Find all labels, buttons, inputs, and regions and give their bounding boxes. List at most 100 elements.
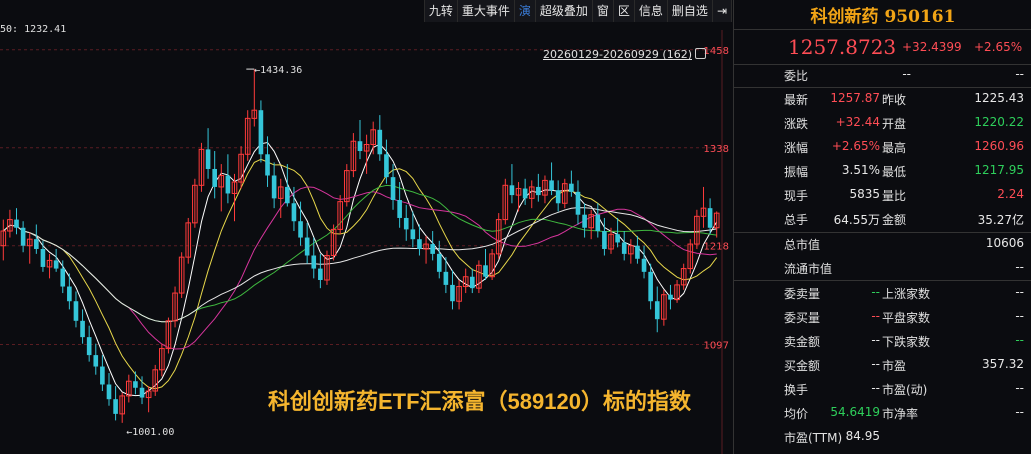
quote-row-3-value-2: 1217.95 xyxy=(974,163,1024,177)
stat-row-5-value-2: -- xyxy=(1015,405,1024,419)
stat-row-3-label-2: 市盈 xyxy=(882,359,907,373)
candle-body xyxy=(654,301,660,320)
ma5-line xyxy=(2,141,718,397)
candle-body xyxy=(133,381,138,388)
stat-row-0-value-1: -- xyxy=(871,285,880,299)
candle-body xyxy=(707,208,713,228)
quote-row-3-label-2: 最低 xyxy=(882,165,907,179)
candle-body xyxy=(483,265,488,277)
stock-title: 科创新药 950161 xyxy=(810,7,956,27)
candle-body xyxy=(648,271,653,302)
price-row: 1257.8723 +32.4399 +2.65% xyxy=(734,33,1031,63)
weibi-value: -- xyxy=(902,67,911,81)
quote-row-4-label-1: 现手 xyxy=(784,189,809,203)
lock-icon[interactable] xyxy=(695,48,706,59)
candle-body xyxy=(14,219,19,228)
candle-body xyxy=(555,190,561,204)
stat-row-3-label-1: 买金额 xyxy=(784,359,821,373)
quote-row-1-value-2: 1220.22 xyxy=(974,115,1024,129)
candle-body xyxy=(139,387,145,398)
stat-row-5-label-1: 均价 xyxy=(784,407,809,421)
candle-body xyxy=(318,268,323,280)
candle-body xyxy=(602,231,607,249)
candle-body xyxy=(384,154,389,178)
toolbar-item-1[interactable]: 重大事件 xyxy=(458,0,515,22)
candle-body xyxy=(403,217,409,230)
candle-body xyxy=(469,276,475,289)
candle-body xyxy=(536,186,541,196)
quote-row-0-label-1: 最新 xyxy=(784,93,809,107)
quote-row-2-label-2: 最高 xyxy=(882,141,907,155)
toolbar-item-4[interactable]: 窗 xyxy=(593,0,614,22)
quote-row-5-value-2: 35.27亿 xyxy=(977,213,1024,227)
stat-row-0-label-2: 上涨家数 xyxy=(882,287,931,301)
date-range-label[interactable]: 20260129-20260929 (162) xyxy=(543,48,692,61)
candle-body xyxy=(443,271,449,285)
candle-body xyxy=(20,227,26,246)
toolbar-item-7[interactable]: 删自选 xyxy=(668,0,713,22)
quote-row-2-value-1: +2.65% xyxy=(831,139,880,153)
candle-body xyxy=(60,268,66,287)
quote-row-5: 总手 64.55万 金额 35.27亿 xyxy=(734,209,1031,229)
stat-row-1-label-1: 委买量 xyxy=(784,311,821,325)
stat-row-3-value-2: 357.32 xyxy=(982,357,1024,371)
candle-body xyxy=(417,239,422,249)
ma60-line xyxy=(2,207,717,323)
candle-body xyxy=(285,186,290,204)
quote-panel: 科创新药 950161 1257.8723 +32.4399 +2.65% 委比… xyxy=(733,0,1031,454)
candle-body xyxy=(575,191,581,215)
stat-row-4-value-1: -- xyxy=(871,381,880,395)
candle-body xyxy=(73,301,79,321)
y-tick-label: 1458 xyxy=(704,46,729,57)
stat-row-5-value-1: 54.6419 xyxy=(830,405,880,419)
toolbar-item-8[interactable]: ⇥ xyxy=(713,0,732,22)
quote-row-2-value-2: 1260.96 xyxy=(974,139,1024,153)
candle-body xyxy=(40,248,46,267)
quote-row-0-label-2: 昨收 xyxy=(882,93,907,107)
candle-body xyxy=(621,242,627,254)
quote-row-0: 最新 1257.87 昨收 1225.43 xyxy=(734,89,1031,109)
candle-body xyxy=(509,185,515,196)
quote-row-4-value-2: 2.24 xyxy=(997,187,1024,201)
toolbar-item-2[interactable]: 演 xyxy=(515,0,536,22)
toolbar-item-6[interactable]: 信息 xyxy=(635,0,668,22)
toolbar-item-0[interactable]: 九转 xyxy=(425,0,458,22)
quote-row-3-label-1: 振幅 xyxy=(784,165,809,179)
candle-body xyxy=(225,175,231,194)
quote-row-4: 现手 5835 量比 2.24 xyxy=(734,185,1031,205)
ma30-line xyxy=(2,184,717,323)
candle-body xyxy=(271,175,277,199)
candle-body xyxy=(212,168,217,187)
stat-row-6: 市盈(TTM) 84.95 xyxy=(734,427,1031,447)
candle-body xyxy=(390,177,396,200)
stat-row-0: 委卖量 -- 上涨家数 -- xyxy=(734,283,1031,303)
quote-row-1: 涨跌 +32.44 开盘 1220.22 xyxy=(734,113,1031,133)
weibi-diff: -- xyxy=(1015,67,1024,81)
toolbar-item-5[interactable]: 区 xyxy=(614,0,635,22)
kline-chart-area[interactable]: 1458 1338 1218 1097 ←1434.36 ←1001.00 50: 123… xyxy=(0,0,732,454)
candle-body xyxy=(450,284,455,302)
stat-row-3-value-1: -- xyxy=(871,357,880,371)
candle-body xyxy=(291,203,297,222)
candle-body xyxy=(86,337,92,356)
weibi-row: 委比 -- -- xyxy=(734,65,1031,85)
candle-body xyxy=(53,260,59,269)
stat-row-6-value-1: 84.95 xyxy=(845,429,880,443)
stat-row-4-label-1: 换手 xyxy=(784,383,809,397)
candle-body xyxy=(113,399,118,414)
quote-row-0-value-2: 1225.43 xyxy=(974,91,1024,105)
quote-row-4-label-2: 量比 xyxy=(882,189,907,203)
candle-body xyxy=(436,253,442,272)
toolbar-item-3[interactable]: 超级叠加 xyxy=(536,0,593,22)
candle-body xyxy=(34,239,39,249)
candle-body xyxy=(549,180,554,191)
market-row-1: 流通市值 -- xyxy=(734,258,1031,278)
stat-row-2-value-1: -- xyxy=(871,333,880,347)
stat-row-1: 委买量 -- 平盘家数 -- xyxy=(734,307,1031,327)
market-label: 总市值 xyxy=(784,238,821,252)
stat-row-6-label-1: 市盈(TTM) xyxy=(784,431,843,445)
candle-body xyxy=(615,234,620,243)
stat-row-5: 均价 54.6419 市净率 -- xyxy=(734,403,1031,423)
ma10-line xyxy=(2,158,718,390)
quote-row-1-label-1: 涨跌 xyxy=(784,117,809,131)
